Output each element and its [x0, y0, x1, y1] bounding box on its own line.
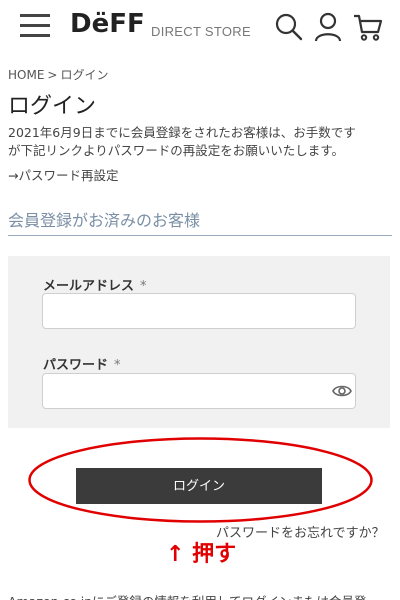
required-mark: *: [114, 358, 121, 373]
highlight-ellipse: [28, 437, 373, 523]
breadcrumb: HOME > ログイン: [8, 66, 108, 83]
store-label: DIRECT STORE: [151, 24, 251, 39]
email-field-label: メールアドレス *: [43, 275, 147, 294]
password-reset-notice: 2021年6月9日までに会員登録をされたお客様は、お手数です が下記リンクよりパ…: [8, 124, 398, 160]
breadcrumb-separator: >: [47, 68, 58, 82]
hamburger-menu-icon[interactable]: [20, 14, 50, 38]
show-password-eye-icon[interactable]: [332, 382, 352, 400]
password-label-text: パスワード: [43, 358, 109, 373]
breadcrumb-home-link[interactable]: HOME: [8, 68, 44, 82]
breadcrumb-current: ログイン: [60, 68, 109, 82]
amazon-login-text: Amazon.co.jpにご登録の情報を利用してログインまたは会員登: [8, 591, 400, 600]
password-reset-link[interactable]: →パスワード再設定: [8, 165, 118, 184]
search-icon[interactable]: [274, 12, 304, 42]
email-label-text: メールアドレス: [43, 279, 135, 294]
forgot-password-link[interactable]: パスワードをお忘れですか？: [216, 522, 385, 541]
notice-line-1: 2021年6月9日までに会員登録をされたお客様は、お手数です: [8, 125, 356, 140]
push-annotation: ↑ 押す: [166, 542, 237, 567]
login-form-panel: メールアドレス * パスワード *: [8, 256, 390, 428]
cart-icon[interactable]: [353, 12, 383, 42]
notice-line-2: が下記リンクよりパスワードの再設定をお願いいたします。: [8, 143, 345, 158]
user-icon[interactable]: [313, 12, 343, 42]
required-mark: *: [140, 279, 147, 294]
section-heading: 会員登録がお済みのお客様: [8, 207, 392, 236]
password-field-label: パスワード *: [43, 354, 121, 373]
site-logo[interactable]: DëFF: [70, 9, 145, 39]
page-title: ログイン: [8, 94, 97, 119]
email-field[interactable]: [42, 293, 356, 329]
site-header: DëFF DIRECT STORE: [0, 0, 400, 56]
password-field[interactable]: [42, 373, 356, 409]
